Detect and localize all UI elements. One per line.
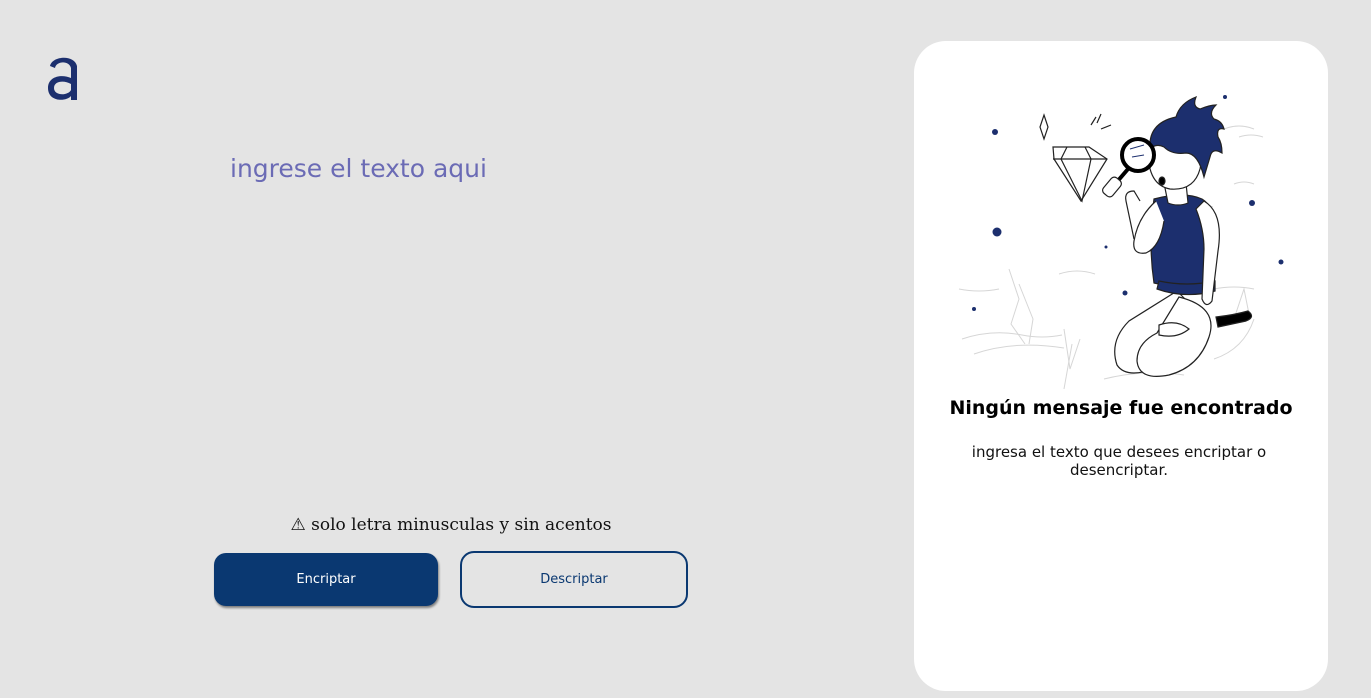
warning-text: solo letra minusculas y sin acentos (311, 515, 612, 535)
decrypt-button[interactable]: Descriptar (460, 551, 688, 608)
no-message-description: ingresa el texto que desees encriptar o … (971, 443, 1267, 479)
text-input[interactable] (228, 150, 708, 480)
warning-icon: ⚠ (290, 515, 306, 535)
output-panel: Ningún mensaje fue encontrado ingresa el… (914, 41, 1328, 691)
encrypt-button[interactable]: Encriptar (214, 553, 438, 606)
logo-icon (48, 57, 77, 100)
no-message-title: Ningún mensaje fue encontrado (949, 397, 1293, 419)
boy-with-magnifying-glass-illustration (958, 95, 1284, 389)
warning-note: ⚠ solo letra minusculas y sin acentos (214, 512, 688, 538)
